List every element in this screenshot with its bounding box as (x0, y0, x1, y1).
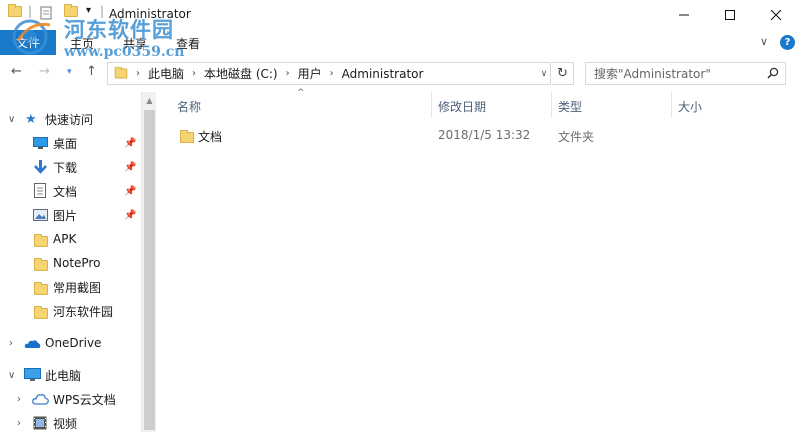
sidebar-item-screenshots[interactable]: 常用截图 (0, 276, 141, 298)
up-arrow-icon[interactable]: ↑ (86, 64, 97, 79)
address-bar[interactable]: › 此电脑 › 本地磁盘 (C:) › 用户 › Administrator (107, 62, 551, 85)
sidebar-item-label: OneDrive (45, 336, 102, 350)
picture-icon (33, 209, 48, 224)
sidebar-item-pictures[interactable]: 图片 📌 (0, 204, 141, 226)
breadcrumb-administrator[interactable]: Administrator (342, 67, 424, 81)
breadcrumb-local-disk[interactable]: 本地磁盘 (C:) (204, 65, 278, 82)
chevron-right-icon[interactable]: › (17, 418, 21, 429)
refresh-icon[interactable]: ↻ (552, 62, 574, 85)
column-divider[interactable] (551, 92, 552, 118)
chevron-right-icon[interactable]: › (9, 338, 13, 349)
file-type: 文件夹 (558, 130, 595, 144)
search-placeholder: 搜索"Administrator" (594, 67, 711, 81)
folder-icon (114, 66, 128, 79)
search-icon[interactable] (767, 67, 779, 82)
cloud-icon (32, 392, 49, 409)
onedrive-icon (24, 338, 41, 352)
chevron-right-icon[interactable]: › (330, 68, 334, 79)
video-icon (33, 416, 47, 432)
sidebar-item-desktop[interactable]: 桌面 📌 (0, 132, 141, 154)
download-icon (33, 160, 48, 177)
sidebar-item-label: 桌面 (53, 136, 78, 151)
file-name[interactable]: 文档 (198, 128, 222, 145)
address-dropdown-icon[interactable]: ∨ (536, 62, 552, 85)
sidebar-item-onedrive[interactable]: › OneDrive (0, 332, 141, 354)
chevron-right-icon[interactable]: › (192, 68, 196, 79)
column-divider[interactable] (431, 92, 432, 118)
file-list: ^ 名称 修改日期 类型 大小 文档 2018/1/5 13:32 文件夹 (156, 88, 799, 432)
scrollbar-thumb[interactable] (144, 110, 155, 430)
minimize-icon[interactable] (661, 0, 707, 30)
desktop-icon (33, 137, 48, 152)
pin-icon[interactable]: 📌 (124, 210, 136, 221)
sidebar-item-label: 河东软件园 (53, 304, 114, 319)
sidebar-item-notepro[interactable]: NotePro (0, 252, 141, 274)
watermark-url: www.pc0359.cn (64, 44, 185, 60)
star-icon: ★ (25, 111, 37, 127)
navigation-bar: ← → ▾ ↑ › 此电脑 › 本地磁盘 (C:) › 用户 › Adminis… (0, 58, 799, 88)
sidebar-item-label: 此电脑 (45, 368, 82, 383)
scroll-up-icon[interactable]: ▲ (142, 92, 157, 108)
sidebar-item-downloads[interactable]: 下载 📌 (0, 156, 141, 178)
folder-icon (34, 306, 48, 319)
watermark-text: 河东软件园 (64, 17, 174, 42)
expand-ribbon-icon[interactable]: ∨ (760, 35, 768, 48)
pin-icon[interactable]: 📌 (124, 186, 136, 197)
sidebar-item-quick-access[interactable]: ∨ ★ 快速访问 (0, 108, 141, 130)
sidebar-item-label: 文档 (53, 184, 78, 199)
sidebar-item-label: 图片 (53, 208, 78, 223)
separator: | (28, 4, 33, 18)
column-header-type[interactable]: 类型 (558, 98, 582, 115)
breadcrumb-this-pc[interactable]: 此电脑 (148, 65, 184, 82)
sidebar-item-label: NotePro (53, 256, 101, 270)
sidebar-item-label: 下载 (53, 160, 78, 175)
folder-icon (34, 258, 48, 271)
chevron-down-icon[interactable]: ∨ (8, 114, 15, 125)
close-icon[interactable] (753, 0, 799, 30)
chevron-down-icon[interactable]: ∨ (8, 370, 15, 381)
maximize-icon[interactable] (707, 0, 753, 30)
breadcrumb-users[interactable]: 用户 (298, 65, 322, 82)
sidebar-item-label: WPS云文档 (53, 392, 116, 407)
sidebar-item-apk[interactable]: APK (0, 228, 141, 250)
sidebar-item-label: 视频 (53, 416, 78, 431)
recent-locations-icon[interactable]: ▾ (67, 67, 72, 77)
sidebar-item-this-pc[interactable]: ∨ 此电脑 (0, 364, 141, 386)
chevron-right-icon[interactable]: › (286, 68, 290, 79)
watermark-logo (8, 17, 60, 55)
folder-icon (34, 282, 48, 295)
sidebar-item-label: 常用截图 (53, 280, 102, 295)
sidebar-item-videos[interactable]: › 视频 (0, 412, 141, 432)
sidebar-scrollbar[interactable]: ▲ (141, 92, 156, 432)
search-input[interactable]: 搜索"Administrator" (585, 62, 786, 85)
column-header-name[interactable]: 名称 (177, 98, 201, 115)
document-icon (34, 183, 46, 201)
sidebar-item-hedong[interactable]: 河东软件园 (0, 300, 141, 322)
folder-icon (180, 130, 194, 143)
sidebar-item-documents[interactable]: 文档 📌 (0, 180, 141, 202)
pin-icon[interactable]: 📌 (124, 138, 136, 149)
chevron-right-icon[interactable]: › (17, 394, 21, 405)
column-divider[interactable] (671, 92, 672, 118)
file-row[interactable]: 文档 2018/1/5 13:32 文件夹 (156, 126, 799, 146)
sidebar-item-label: APK (53, 232, 77, 246)
sidebar-item-label: 快速访问 (45, 112, 94, 127)
forward-arrow-icon[interactable]: → (39, 64, 50, 79)
computer-icon (24, 368, 41, 385)
sort-ascending-icon: ^ (297, 88, 305, 98)
sidebar-item-wps-cloud[interactable]: › WPS云文档 (0, 388, 141, 410)
chevron-right-icon[interactable]: › (136, 68, 140, 79)
column-header-size[interactable]: 大小 (678, 98, 702, 115)
help-icon[interactable]: ? (780, 35, 795, 50)
folder-icon (34, 234, 48, 247)
navigation-pane: ∨ ★ 快速访问 桌面 📌 下载 📌 文档 📌 图片 📌 APK NotePro… (0, 92, 156, 432)
file-modified: 2018/1/5 13:32 (438, 128, 531, 142)
back-arrow-icon[interactable]: ← (11, 64, 22, 79)
column-header-modified[interactable]: 修改日期 (438, 98, 486, 115)
folder-icon[interactable] (8, 4, 22, 17)
pin-icon[interactable]: 📌 (124, 162, 136, 173)
